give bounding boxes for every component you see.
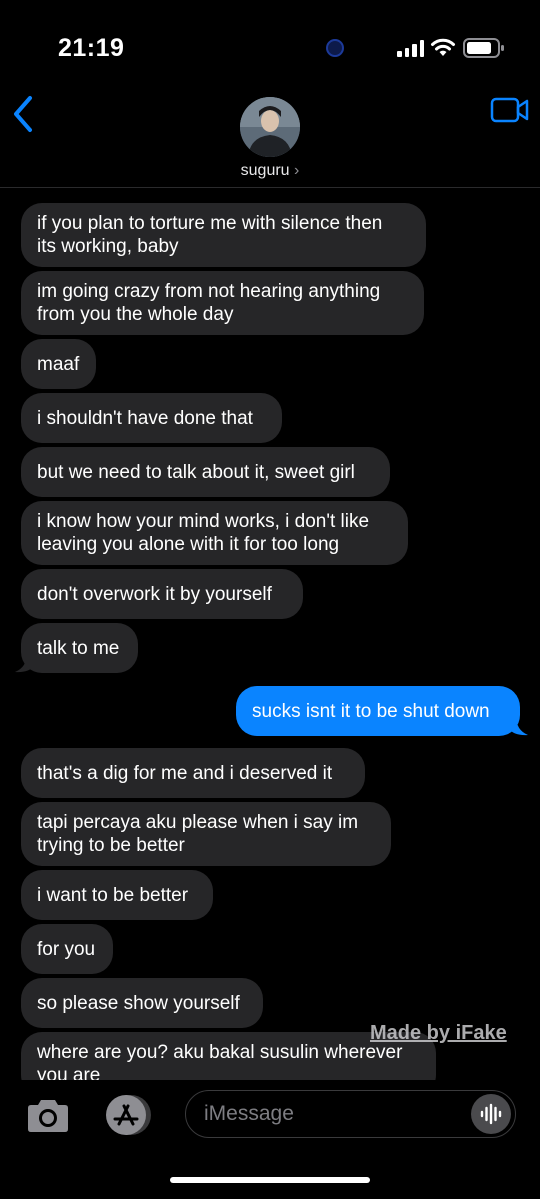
message-line: i know how your mind works, i don't like <box>37 511 370 532</box>
message-text: if you plan to torture me with silence t… <box>37 212 382 258</box>
message-line: tapi percaya aku please when i say im <box>37 812 359 833</box>
message-line: don't overwork it by yourself <box>37 583 272 605</box>
contact-name: suguru <box>240 162 290 179</box>
incoming-message-bubble[interactable]: don't overwork it by yourself <box>21 569 303 619</box>
wifi-icon <box>431 38 455 56</box>
message-line: that's a dig for me and i deserved it <box>37 762 333 784</box>
incoming-message-bubble[interactable]: so please show yourself <box>21 978 263 1028</box>
contact-name-button[interactable]: suguru › <box>0 162 540 180</box>
clock: 21:19 <box>58 34 125 62</box>
message-line: im going crazy from not hearing anything <box>37 281 381 302</box>
message-line: maaf <box>37 353 80 375</box>
message-line: sucks isnt it to be shut down <box>252 700 490 722</box>
message-text: maaf <box>37 353 79 376</box>
contact-avatar[interactable] <box>240 97 300 157</box>
video-call-button[interactable] <box>490 96 530 124</box>
incoming-message-bubble[interactable]: im going crazy from not hearing anything… <box>21 271 424 335</box>
message-line: where are you? aku bakal susulin whereve… <box>37 1042 403 1063</box>
home-indicator[interactable] <box>170 1177 370 1183</box>
conversation-header: suguru › <box>0 80 540 188</box>
message-text: i want to be better <box>37 884 188 907</box>
message-text: that's a dig for me and i deserved it <box>37 762 332 785</box>
dictation-button[interactable] <box>471 1094 511 1134</box>
bubble-tail <box>508 716 528 736</box>
message-text: talk to me <box>37 637 119 660</box>
back-button[interactable] <box>8 94 40 134</box>
camera-button[interactable] <box>24 1098 72 1134</box>
bubble-tail <box>15 653 35 673</box>
focus-mode-icon <box>326 39 344 57</box>
message-line: if you plan to torture me with silence t… <box>37 213 383 234</box>
message-line: you are <box>37 1065 101 1080</box>
message-line: leaving you alone with it for too long <box>37 534 340 555</box>
incoming-message-bubble[interactable]: talk to me <box>21 623 138 673</box>
composer-bar <box>0 1080 540 1150</box>
battery-icon <box>463 38 504 58</box>
message-text: sucks isnt it to be shut down <box>252 700 490 723</box>
message-thread[interactable]: if you plan to torture me with silence t… <box>0 189 540 1080</box>
incoming-message-bubble[interactable]: i shouldn't have done that <box>21 393 282 443</box>
message-text: don't overwork it by yourself <box>37 583 272 606</box>
message-text: im going crazy from not hearing anything… <box>37 280 380 326</box>
incoming-message-bubble[interactable]: i want to be better <box>21 870 213 920</box>
message-text: where are you? aku bakal susulin whereve… <box>37 1041 402 1080</box>
cellular-signal-icon <box>397 40 424 57</box>
message-text: i know how your mind works, i don't like… <box>37 510 369 556</box>
message-text: tapi percaya aku please when i say im try… <box>37 811 358 857</box>
message-line: so please show yourself <box>37 992 240 1014</box>
imessage-field[interactable] <box>185 1090 516 1138</box>
incoming-message-bubble[interactable]: maaf <box>21 339 96 389</box>
message-input[interactable] <box>204 1091 474 1137</box>
incoming-message-bubble[interactable]: i know how your mind works, i don't like… <box>21 501 408 565</box>
outgoing-message-bubble[interactable]: sucks isnt it to be shut down <box>236 686 520 736</box>
audio-waveform-icon <box>480 1103 502 1125</box>
watermark: Made by iFake <box>370 1022 507 1044</box>
message-line: trying to be better <box>37 835 185 856</box>
message-line: for you <box>37 938 96 960</box>
message-line: i shouldn't have done that <box>37 407 253 429</box>
message-text: so please show yourself <box>37 992 240 1015</box>
message-text: for you <box>37 938 95 961</box>
message-line: from you the whole day <box>37 304 234 325</box>
message-text: but we need to talk about it, sweet girl <box>37 461 355 484</box>
message-line: i want to be better <box>37 884 189 906</box>
message-line: but we need to talk about it, sweet girl <box>37 461 355 483</box>
incoming-message-bubble[interactable]: that's a dig for me and i deserved it <box>21 748 365 798</box>
incoming-message-bubble[interactable]: but we need to talk about it, sweet girl <box>21 447 390 497</box>
chevron-right-icon: › <box>294 162 300 179</box>
message-line: talk to me <box>37 637 120 659</box>
incoming-message-bubble[interactable]: if you plan to torture me with silence t… <box>21 203 426 267</box>
message-line: its working, baby <box>37 236 179 257</box>
message-text: i shouldn't have done that <box>37 407 253 430</box>
app-store-button[interactable] <box>101 1094 155 1136</box>
incoming-message-bubble[interactable]: tapi percaya aku please when i say im try… <box>21 802 391 866</box>
incoming-message-bubble[interactable]: for you <box>21 924 113 974</box>
